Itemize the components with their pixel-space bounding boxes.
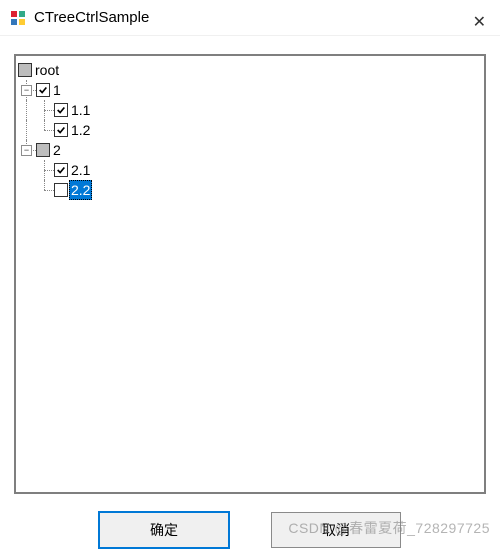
checkbox-indeterminate-icon[interactable]	[36, 143, 50, 157]
tree-node-1-2[interactable]: 1.2	[18, 120, 482, 140]
checkbox-unchecked-icon[interactable]	[54, 183, 68, 197]
checkbox-checked-icon[interactable]	[54, 103, 68, 117]
tree-label[interactable]: 1	[51, 80, 63, 100]
tree-branch	[18, 120, 36, 140]
tree-branch	[36, 100, 54, 120]
tree-label[interactable]: 1.1	[69, 100, 92, 120]
checkbox-checked-icon[interactable]	[54, 123, 68, 137]
close-icon[interactable]: ✕	[467, 8, 492, 36]
tree-node-root[interactable]: root	[18, 60, 482, 80]
collapse-icon[interactable]: −	[21, 85, 32, 96]
tree-branch	[18, 100, 36, 120]
checkbox-checked-icon[interactable]	[36, 83, 50, 97]
checkbox-checked-icon[interactable]	[54, 163, 68, 177]
tree-label[interactable]: 1.2	[69, 120, 92, 140]
tree-node-2[interactable]: − 2	[18, 140, 482, 160]
tree-node-2-1[interactable]: 2.1	[18, 160, 482, 180]
checkbox-indeterminate-icon[interactable]	[18, 63, 32, 77]
tree-label-selected[interactable]: 2.2	[69, 180, 92, 200]
tree-branch: −	[18, 140, 36, 160]
tree-node-1-1[interactable]: 1.1	[18, 100, 482, 120]
tree-label[interactable]: root	[33, 60, 61, 80]
tree-control[interactable]: root − 1 1.1 1.2 −	[14, 54, 486, 494]
ok-button[interactable]: 确定	[99, 512, 229, 548]
tree-branch	[36, 160, 54, 180]
tree-node-2-2[interactable]: 2.2	[18, 180, 482, 200]
titlebar: CTreeCtrlSample ✕	[0, 0, 500, 36]
cancel-button[interactable]: 取消	[271, 512, 401, 548]
tree-branch	[18, 160, 36, 180]
tree-branch	[18, 180, 36, 200]
tree-label[interactable]: 2.1	[69, 160, 92, 180]
tree-branch	[36, 180, 54, 200]
tree-branch	[36, 120, 54, 140]
collapse-icon[interactable]: −	[21, 145, 32, 156]
window-title: CTreeCtrlSample	[34, 9, 149, 26]
app-icon	[10, 10, 26, 26]
tree-label[interactable]: 2	[51, 140, 63, 160]
tree-node-1[interactable]: − 1	[18, 80, 482, 100]
tree-branch: −	[18, 80, 36, 100]
dialog-button-row: 确定 取消	[0, 512, 500, 548]
